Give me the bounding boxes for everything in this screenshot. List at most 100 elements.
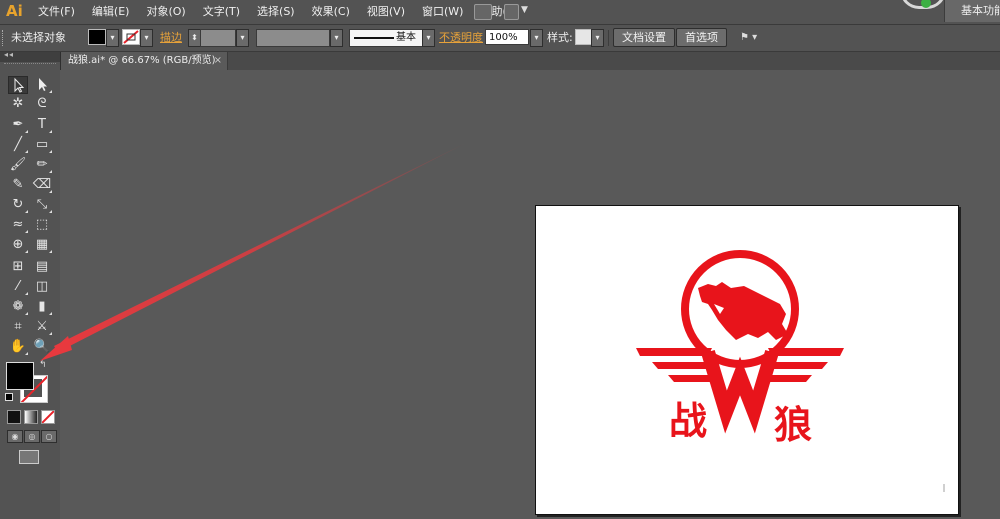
logo-char-zhan: 战	[669, 398, 707, 443]
mesh-icon: ⊞	[12, 259, 24, 274]
tools-panel: ◂◂ ✲ ᘓ ✒ T ╱ ▭ 🖌 ✏ ✎ ⌫ ↻ ⤡ ≈ ⬚ ⊕ ▦ ⊞ ▤ ⁄…	[0, 50, 61, 519]
symbol-sprayer-icon: ❁	[12, 299, 24, 314]
rectangle-icon: ▭	[35, 137, 49, 152]
scale-icon: ⤡	[36, 197, 48, 212]
scale-tool[interactable]: ⤡	[32, 196, 52, 214]
menu-window[interactable]: 窗口(W)	[422, 0, 471, 24]
panel-menu-icon[interactable]: ⚑ ▾	[740, 29, 757, 46]
line-segment-icon: ╱	[14, 137, 22, 152]
artboard-mark	[943, 484, 945, 492]
stroke-line-preview	[354, 37, 394, 39]
workspace-switcher[interactable]: 基本功能	[944, 0, 1000, 22]
draw-behind-button[interactable]: ◎	[24, 430, 40, 443]
tools-panel-grip[interactable]	[4, 63, 56, 70]
menu-type[interactable]: 文字(T)	[203, 0, 248, 24]
column-graph-tool[interactable]: ▮	[32, 298, 52, 316]
preferences-button[interactable]: 首选项	[676, 28, 727, 47]
menu-view[interactable]: 视图(V)	[367, 0, 413, 24]
opacity-label[interactable]: 不透明度	[439, 31, 483, 44]
width-icon: ≈	[12, 217, 24, 232]
bridge-icon[interactable]	[474, 4, 492, 20]
artboard-tool[interactable]: ⌗	[8, 318, 28, 336]
document-tab[interactable]: 战狼.ai* @ 66.67% (RGB/预览) ×	[60, 52, 228, 70]
brush-definition-select[interactable]: 基本	[349, 29, 423, 47]
line-segment-tool[interactable]: ╱	[8, 136, 28, 154]
slice-tool[interactable]: ⚔	[32, 318, 52, 336]
width-tool[interactable]: ≈	[8, 216, 28, 234]
default-fill-stroke-icon[interactable]	[5, 393, 13, 401]
blob-brush-tool[interactable]: ✎	[8, 176, 28, 194]
stroke-weight-input[interactable]	[200, 29, 236, 47]
menu-bar: Ai 文件(F) 编辑(E) 对象(O) 文字(T) 选择(S) 效果(C) 视…	[0, 0, 1000, 25]
opacity-dropdown[interactable]: ▾	[530, 29, 543, 47]
control-bar: 未选择对象 ▾ ▾ 描边 ⬍ ▾ ▾ 基本 ▾ 不透明度 100% ▾ 样式: …	[0, 25, 1000, 52]
menu-object[interactable]: 对象(O)	[146, 0, 193, 24]
opacity-input[interactable]: 100%	[485, 29, 529, 45]
draw-normal-button[interactable]: ◉	[7, 430, 23, 443]
eyedropper-tool[interactable]: ⁄	[8, 278, 28, 296]
shape-builder-icon: ⊕	[12, 237, 24, 252]
draw-inside-button[interactable]: ○	[41, 430, 57, 443]
artboard[interactable]: 战 狼	[535, 205, 959, 515]
menu-select[interactable]: 选择(S)	[257, 0, 303, 24]
zoom-tool[interactable]: 🔍	[32, 338, 52, 356]
none-icon	[123, 30, 139, 44]
lasso-icon: ᘓ	[37, 96, 47, 111]
magic-wand-tool[interactable]: ✲	[8, 95, 28, 113]
fill-swatch[interactable]	[88, 29, 106, 45]
color-mode-button[interactable]	[7, 410, 21, 424]
menu-file[interactable]: 文件(F)	[38, 0, 83, 24]
hand-tool[interactable]: ✋	[8, 338, 28, 356]
rectangle-tool[interactable]: ▭	[32, 136, 52, 154]
close-icon[interactable]: ×	[214, 52, 222, 70]
free-transform-tool[interactable]: ⬚	[32, 216, 52, 234]
variable-width-profile-select[interactable]	[256, 29, 330, 47]
fill-color-swatch[interactable]	[6, 362, 34, 390]
symbol-sprayer-tool[interactable]: ❁	[8, 298, 28, 316]
paintbrush-tool[interactable]: 🖌	[8, 156, 28, 174]
type-tool[interactable]: T	[32, 116, 52, 134]
gradient-mode-button[interactable]	[24, 410, 38, 424]
change-screen-mode-button[interactable]	[19, 450, 39, 464]
blend-tool[interactable]: ◫	[32, 278, 52, 296]
rotate-tool[interactable]: ↻	[8, 196, 28, 214]
collapse-panel-icon[interactable]: ◂◂	[4, 50, 14, 59]
brush-definition-label: 基本	[396, 32, 416, 43]
chevron-down-icon[interactable]: ▼	[521, 5, 528, 15]
menu-edit[interactable]: 编辑(E)	[92, 0, 138, 24]
none-mode-button[interactable]	[41, 410, 55, 424]
separator	[608, 30, 609, 46]
style-label: 样式:	[547, 31, 573, 44]
pencil-tool[interactable]: ✏	[32, 156, 52, 174]
selection-tool[interactable]	[8, 76, 28, 94]
paintbrush-icon: 🖌	[9, 157, 27, 172]
eraser-tool[interactable]: ⌫	[32, 176, 52, 194]
lasso-tool[interactable]: ᘓ	[32, 95, 52, 113]
stroke-dropdown[interactable]: ▾	[140, 29, 153, 47]
gradient-tool[interactable]: ▤	[32, 258, 52, 276]
shape-builder-tool[interactable]: ⊕	[8, 236, 28, 254]
arrange-documents-icon[interactable]	[504, 4, 519, 20]
document-setup-button[interactable]: 文档设置	[613, 28, 675, 47]
perspective-grid-tool[interactable]: ▦	[32, 236, 52, 254]
style-label-text: 样式	[547, 31, 569, 44]
menu-effect[interactable]: 效果(C)	[312, 0, 358, 24]
stroke-swatch[interactable]	[122, 29, 140, 45]
graphic-style-dropdown[interactable]: ▾	[591, 29, 604, 47]
stroke-weight-dropdown[interactable]: ▾	[236, 29, 249, 47]
swap-fill-stroke-icon[interactable]: ↰	[39, 360, 47, 370]
app-logo: Ai	[6, 2, 23, 20]
artboard-icon: ⌗	[14, 319, 22, 334]
perspective-grid-icon: ▦	[35, 237, 49, 252]
brush-dropdown[interactable]: ▾	[422, 29, 435, 47]
direct-selection-tool[interactable]	[32, 76, 52, 94]
mesh-tool[interactable]: ⊞	[8, 258, 28, 276]
pencil-icon: ✏	[36, 157, 48, 172]
rotate-icon: ↻	[12, 197, 24, 212]
fill-dropdown[interactable]: ▾	[106, 29, 119, 47]
pen-tool[interactable]: ✒	[8, 116, 28, 134]
variable-width-dropdown[interactable]: ▾	[330, 29, 343, 47]
panel-grip[interactable]	[2, 30, 6, 46]
stroke-label[interactable]: 描边	[160, 31, 182, 44]
gradient-icon: ▤	[35, 259, 49, 274]
